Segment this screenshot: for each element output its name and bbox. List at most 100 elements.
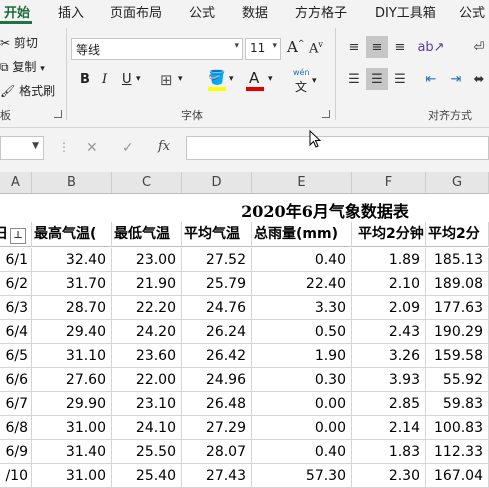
cell-avg-wind-speed[interactable]: 2.85: [352, 392, 426, 416]
cell-max-temp[interactable]: 31.10: [32, 344, 112, 368]
worksheet[interactable]: 2020年6月气象数据表 日 ⊥ 最高气温( 最低气温 平均气温 总雨量(mm)…: [0, 194, 489, 488]
font-name-dropdown[interactable]: 等线 ▾: [71, 38, 243, 60]
cell-rainfall[interactable]: 3.30: [252, 296, 352, 320]
align-top-icon[interactable]: ≡: [343, 36, 365, 58]
cell-max-temp[interactable]: 31.00: [32, 416, 112, 440]
cell-avg-wind-speed[interactable]: 2.14: [352, 416, 426, 440]
tab-home[interactable]: 开始: [4, 2, 30, 21]
cell-date[interactable]: 6/4: [0, 320, 32, 344]
cell-rainfall[interactable]: 0.00: [252, 416, 352, 440]
tab-data[interactable]: 数据: [242, 2, 268, 21]
cell-avg-wind-dir[interactable]: 167.04: [426, 464, 489, 488]
chevron-down-icon[interactable]: ▾: [229, 74, 234, 84]
cell-min-temp[interactable]: 23.10: [112, 392, 182, 416]
cell-avg-temp[interactable]: 26.42: [182, 344, 252, 368]
column-header-f[interactable]: F: [352, 172, 426, 194]
font-size-dropdown[interactable]: 11 ▾: [245, 38, 281, 60]
cell-avg-wind-dir[interactable]: 190.29: [426, 320, 489, 344]
cell-avg-temp[interactable]: 25.79: [182, 272, 252, 296]
cell-rainfall[interactable]: 0.40: [252, 440, 352, 464]
cell-date[interactable]: 6/6: [0, 368, 32, 392]
cell-min-temp[interactable]: 25.40: [112, 464, 182, 488]
fill-color-icon[interactable]: 🪣: [208, 70, 225, 86]
enter-icon[interactable]: ✓: [122, 140, 134, 156]
tab-diy-toolbox[interactable]: DIY工具箱: [375, 2, 436, 21]
cell-date[interactable]: /10: [0, 464, 32, 488]
decrease-font-button[interactable]: Av: [309, 40, 323, 56]
cell-max-temp[interactable]: 31.00: [32, 464, 112, 488]
cell-avg-wind-speed[interactable]: 3.26: [352, 344, 426, 368]
chevron-down-icon[interactable]: ▾: [312, 76, 317, 86]
column-header-a[interactable]: A: [0, 172, 32, 194]
underline-button[interactable]: U: [122, 72, 132, 87]
column-header-b[interactable]: B: [32, 172, 112, 194]
cell-min-temp[interactable]: 23.60: [112, 344, 182, 368]
increase-indent-icon[interactable]: ⇥: [445, 68, 467, 90]
header-cell-avg-wind-dir[interactable]: 平均2分: [426, 222, 489, 247]
align-middle-icon[interactable]: ≡: [366, 36, 388, 58]
font-launcher-icon[interactable]: [322, 110, 330, 118]
cell-max-temp[interactable]: 27.60: [32, 368, 112, 392]
cell-min-temp[interactable]: 22.20: [112, 296, 182, 320]
name-box[interactable]: ▼: [0, 136, 44, 160]
cell-avg-temp[interactable]: 24.76: [182, 296, 252, 320]
header-cell-min-temp[interactable]: 最低气温: [112, 222, 182, 247]
cell-avg-temp[interactable]: 28.07: [182, 440, 252, 464]
cell-date[interactable]: 6/5: [0, 344, 32, 368]
cell-avg-temp[interactable]: 26.48: [182, 392, 252, 416]
cell-rainfall[interactable]: 0.40: [252, 248, 352, 272]
cell-max-temp[interactable]: 28.70: [32, 296, 112, 320]
cell-avg-wind-speed[interactable]: 2.09: [352, 296, 426, 320]
bold-button[interactable]: B: [80, 72, 90, 87]
cell-avg-wind-speed[interactable]: 2.30: [352, 464, 426, 488]
cell-avg-temp[interactable]: 24.96: [182, 368, 252, 392]
cell-avg-wind-dir[interactable]: 55.92: [426, 368, 489, 392]
cancel-icon[interactable]: ✕: [86, 140, 98, 156]
border-icon[interactable]: ⊞: [160, 71, 173, 89]
header-cell-date[interactable]: 日 ⊥: [0, 222, 32, 247]
cell-date[interactable]: 6/7: [0, 392, 32, 416]
tab-fangfang[interactable]: 方方格子: [295, 2, 347, 21]
clipboard-launcher-icon[interactable]: [54, 110, 62, 118]
cell-max-temp[interactable]: 31.70: [32, 272, 112, 296]
cell-avg-wind-speed[interactable]: 3.93: [352, 368, 426, 392]
cell-max-temp[interactable]: 29.90: [32, 392, 112, 416]
cell-avg-temp[interactable]: 26.24: [182, 320, 252, 344]
filter-dropdown-icon[interactable]: ⊥: [10, 228, 26, 244]
cell-avg-wind-dir[interactable]: 185.13: [426, 248, 489, 272]
cell-date[interactable]: 6/8: [0, 416, 32, 440]
cell-date[interactable]: 6/1: [0, 248, 32, 272]
chevron-down-icon[interactable]: ▾: [178, 74, 183, 84]
cell-min-temp[interactable]: 22.00: [112, 368, 182, 392]
align-right-icon[interactable]: ☰: [389, 68, 411, 90]
tab-insert[interactable]: 插入: [58, 2, 84, 21]
tab-formulas-2[interactable]: 公式: [459, 2, 485, 21]
cell-avg-temp[interactable]: 27.43: [182, 464, 252, 488]
cell-max-temp[interactable]: 29.40: [32, 320, 112, 344]
cell-avg-wind-speed[interactable]: 2.10: [352, 272, 426, 296]
font-color-icon[interactable]: A: [249, 69, 259, 87]
header-cell-avg-wind-speed[interactable]: 平均2分钟: [352, 222, 426, 247]
cell-avg-temp[interactable]: 27.29: [182, 416, 252, 440]
cell-avg-wind-speed[interactable]: 1.89: [352, 248, 426, 272]
align-center-icon[interactable]: ☰: [366, 68, 388, 90]
cell-max-temp[interactable]: 31.40: [32, 440, 112, 464]
cell-date[interactable]: 6/9: [0, 440, 32, 464]
cell-rainfall[interactable]: 0.30: [252, 368, 352, 392]
orientation-icon[interactable]: ab↗: [417, 36, 444, 58]
header-cell-avg-temp[interactable]: 平均气温: [182, 222, 252, 247]
cell-avg-wind-dir[interactable]: 112.33: [426, 440, 489, 464]
column-header-c[interactable]: C: [112, 172, 182, 194]
cell-avg-wind-speed[interactable]: 2.43: [352, 320, 426, 344]
cell-date[interactable]: 6/2: [0, 272, 32, 296]
italic-button[interactable]: I: [102, 72, 107, 87]
column-header-d[interactable]: D: [182, 172, 252, 194]
cell-rainfall[interactable]: 0.50: [252, 320, 352, 344]
phonetic-guide-icon[interactable]: 文: [295, 78, 307, 95]
column-header-e[interactable]: E: [252, 172, 352, 194]
cell-avg-wind-dir[interactable]: 100.83: [426, 416, 489, 440]
insert-function-icon[interactable]: fx: [158, 139, 170, 154]
merge-center-icon[interactable]: ⬌: [468, 68, 489, 90]
formula-input[interactable]: [186, 136, 489, 160]
cell-avg-wind-dir[interactable]: 177.63: [426, 296, 489, 320]
